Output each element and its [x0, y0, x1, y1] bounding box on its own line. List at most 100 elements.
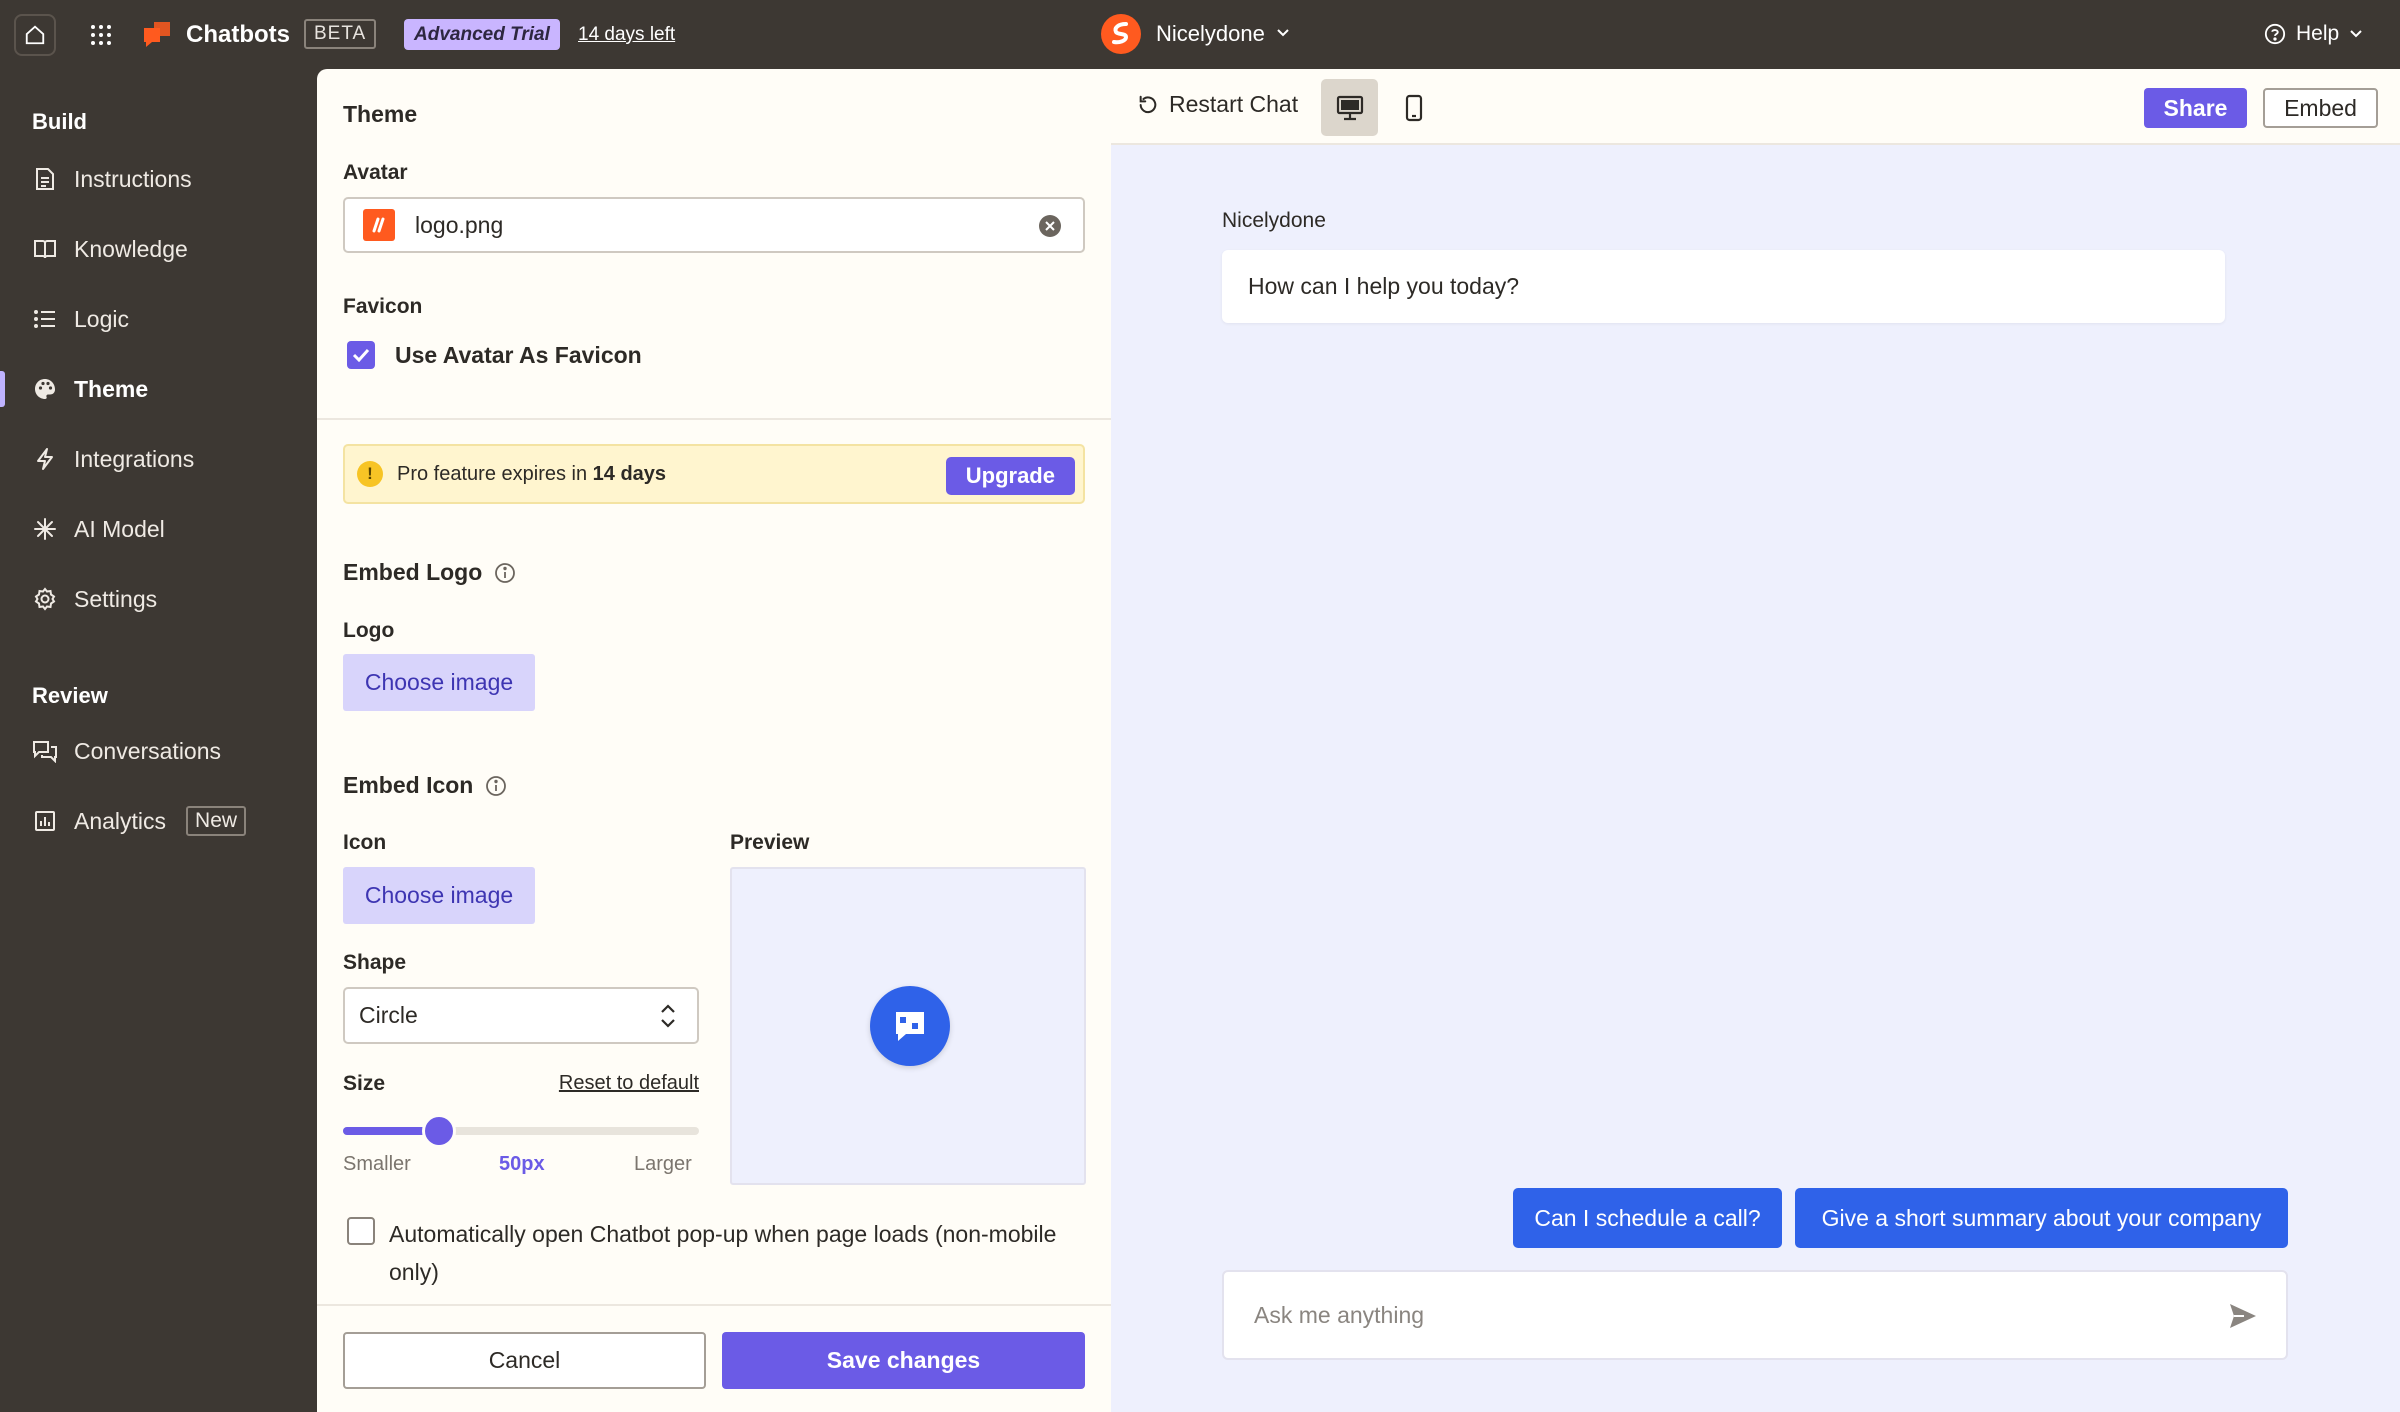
embed-icon-heading: Embed Icon	[343, 772, 507, 799]
sidebar-item-label: Logic	[74, 305, 129, 332]
sidebar-item-label: AI Model	[74, 515, 165, 542]
home-icon	[25, 25, 45, 45]
sidebar-item-conversations[interactable]: Conversations	[0, 723, 317, 779]
restart-chat-button[interactable]: Restart Chat	[1137, 91, 1298, 118]
save-changes-button[interactable]: Save changes	[722, 1332, 1085, 1389]
auto-open-checkbox[interactable]	[347, 1217, 375, 1245]
sidebar-item-settings[interactable]: Settings	[0, 571, 317, 627]
auto-open-label[interactable]: Automatically open Chatbot pop-up when p…	[389, 1215, 1089, 1291]
trial-badge[interactable]: Advanced Trial	[404, 19, 560, 50]
workspace-avatar[interactable]	[1101, 14, 1141, 54]
sidebar-item-label: Analytics	[74, 807, 167, 834]
embed-button[interactable]: Embed	[2263, 88, 2378, 128]
panel-footer: Cancel Save changes	[317, 1304, 1111, 1412]
app-grid-button[interactable]	[86, 20, 116, 50]
sidebar-item-label: Settings	[74, 585, 158, 612]
promo-text: Pro feature expires in 14 days	[397, 463, 666, 486]
favicon-label: Favicon	[343, 295, 423, 318]
desktop-view-button[interactable]	[1321, 79, 1378, 136]
checkmark-icon	[352, 348, 370, 362]
icon-label: Icon	[343, 831, 387, 854]
sidebar-item-ai-model[interactable]: AI Model	[0, 501, 317, 557]
chat-input[interactable]	[1254, 1272, 2154, 1358]
size-label: Size	[343, 1072, 386, 1095]
suggestion-chip[interactable]: Can I schedule a call?	[1513, 1188, 1782, 1248]
sidebar-item-theme[interactable]: Theme	[0, 361, 317, 417]
info-icon[interactable]	[494, 562, 516, 584]
size-max-label: Larger	[634, 1153, 692, 1175]
use-avatar-favicon-label[interactable]: Use Avatar As Favicon	[395, 341, 642, 369]
info-icon[interactable]	[485, 775, 507, 797]
help-circle-icon	[2264, 23, 2286, 45]
promo-days: 14 days	[592, 462, 667, 485]
embed-icon-title: Embed Icon	[343, 772, 474, 798]
help-label: Help	[2296, 22, 2340, 45]
cancel-button[interactable]: Cancel	[343, 1332, 706, 1389]
sidebar-item-label: Conversations	[74, 737, 222, 764]
panel-title: Theme	[343, 101, 418, 127]
sidebar-item-integrations[interactable]: Integrations	[0, 431, 317, 487]
size-slider[interactable]	[343, 1114, 699, 1148]
avatar-file-field[interactable]: logo.png	[343, 197, 1085, 253]
grid-icon	[91, 25, 111, 45]
icon-preview-box	[730, 867, 1086, 1185]
avatar-thumbnail	[363, 209, 395, 241]
sidebar-item-knowledge[interactable]: Knowledge	[0, 221, 317, 277]
home-button[interactable]	[14, 14, 56, 56]
suggestion-chip[interactable]: Give a short summary about your company	[1795, 1188, 2288, 1248]
choose-logo-image-button[interactable]: Choose image	[343, 654, 535, 711]
app-name[interactable]: Chatbots	[186, 20, 290, 50]
embed-logo-heading: Embed Logo	[343, 559, 516, 586]
clear-avatar-button[interactable]	[1039, 215, 1061, 237]
avatar-file-name: logo.png	[415, 211, 504, 238]
workspace-switcher[interactable]: Nicelydone	[1156, 20, 1265, 48]
size-slider-thumb[interactable]	[422, 1114, 457, 1148]
sidebar-heading-review: Review	[32, 683, 108, 708]
sidebar-item-analytics[interactable]: Analytics New	[0, 793, 317, 849]
theme-settings-panel: Theme Avatar logo.png Favicon Use Avatar…	[317, 69, 1111, 1412]
promo-prefix: Pro feature expires in	[397, 462, 593, 485]
chat-bubble-icon	[896, 1012, 924, 1041]
reset-size-link[interactable]: Reset to default	[544, 1072, 699, 1095]
mobile-view-button[interactable]	[1385, 79, 1442, 136]
preview-toolbar: Restart Chat Share Embed	[1111, 69, 2400, 145]
bot-message: How can I help you today?	[1222, 250, 2225, 323]
mobile-icon	[1405, 94, 1422, 121]
upgrade-button[interactable]: Upgrade	[945, 457, 1075, 495]
sidebar-item-logic[interactable]: Logic	[0, 291, 317, 347]
choose-icon-image-button[interactable]: Choose image	[343, 867, 535, 924]
sidebar-item-label: Instructions	[74, 165, 192, 192]
chart-icon	[32, 808, 58, 834]
document-icon	[32, 166, 58, 192]
chat-launcher-preview	[870, 986, 950, 1066]
chat-bubbles-icon	[32, 738, 58, 764]
book-icon	[32, 236, 58, 262]
section-divider	[317, 418, 1111, 420]
logo-label: Logo	[343, 619, 395, 642]
desktop-icon	[1336, 95, 1363, 120]
use-avatar-favicon-checkbox[interactable]	[347, 341, 375, 369]
sidebar-item-label: Theme	[74, 375, 149, 402]
share-button[interactable]: Share	[2144, 88, 2247, 128]
warning-icon: !	[357, 461, 383, 487]
trial-days-left-link[interactable]: 14 days left	[578, 22, 675, 48]
list-icon	[32, 306, 58, 332]
sparkle-icon	[32, 516, 58, 542]
chatbots-logo-icon	[144, 22, 170, 47]
chevron-down-icon	[2350, 30, 2362, 38]
shape-select[interactable]: Circle	[343, 987, 699, 1044]
avatar-logo-icon	[372, 217, 385, 233]
sidebar-item-label: Knowledge	[74, 235, 188, 262]
bot-message-text: How can I help you today?	[1248, 273, 1520, 299]
help-menu[interactable]: Help	[2264, 20, 2363, 48]
chat-preview-pane: Restart Chat Share Embed Nicelydone How …	[1111, 69, 2400, 1412]
avatar-label: Avatar	[343, 161, 408, 184]
shape-label: Shape	[343, 951, 407, 974]
palette-icon	[32, 376, 58, 402]
chevron-down-icon[interactable]	[1276, 28, 1290, 38]
size-value: 50px	[499, 1153, 545, 1175]
new-badge: New	[186, 806, 247, 836]
send-icon[interactable]	[2228, 1302, 2258, 1330]
gear-icon	[32, 586, 58, 612]
sidebar-item-instructions[interactable]: Instructions	[0, 151, 317, 207]
